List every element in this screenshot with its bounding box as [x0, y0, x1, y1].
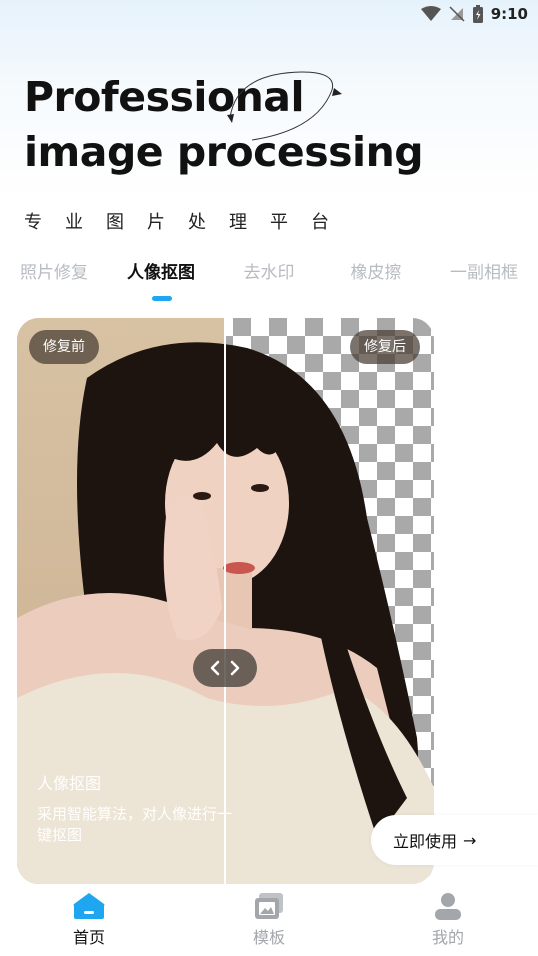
profile-icon: [435, 893, 461, 920]
nav-item-home[interactable]: 首页: [49, 892, 129, 948]
template-icon: [255, 893, 283, 919]
nav-label-home: 首页: [72, 928, 105, 947]
chevron-right-icon: [230, 660, 240, 676]
chevron-left-icon: [210, 660, 220, 676]
feature-tabs: 照片修复 人像抠图 去水印 橡皮擦 一副相框: [0, 258, 538, 308]
tab-photo-frame[interactable]: 一副相框: [450, 258, 518, 283]
compare-slider-handle[interactable]: [193, 649, 257, 687]
caption-description: 采用智能算法，对人像进行一键抠图: [37, 805, 233, 844]
compare-divider: [224, 318, 226, 884]
nav-label-template: 模板: [252, 928, 285, 947]
before-after-compare[interactable]: 修复前 修复后 人像抠图 采用智能算法，对人像进行一键抠图: [17, 318, 434, 884]
wifi-icon: [420, 6, 441, 21]
use-now-label: 立即使用: [393, 832, 458, 851]
nav-label-profile: 我的: [431, 928, 464, 947]
nav-item-template[interactable]: 模板: [229, 892, 309, 948]
home-icon: [73, 893, 105, 919]
swoosh-decoration: [227, 71, 342, 141]
caption-title: 人像抠图: [37, 774, 102, 793]
status-icons: 9:10: [420, 5, 528, 23]
arrow-right-icon: →: [463, 830, 477, 850]
bottom-nav: 首页 模板 我的: [0, 884, 538, 956]
status-time: 9:10: [490, 5, 528, 23]
hero-subtitle: 专业图片处理平台: [24, 212, 352, 233]
battery-icon: [472, 5, 483, 23]
tab-remove-watermark[interactable]: 去水印: [244, 258, 295, 283]
tab-photo-repair[interactable]: 照片修复: [20, 258, 88, 283]
tab-eraser[interactable]: 橡皮擦: [351, 258, 402, 283]
after-badge: 修复后: [350, 330, 420, 364]
before-badge: 修复前: [29, 330, 99, 364]
nav-item-profile[interactable]: 我的: [408, 892, 488, 948]
no-signal-icon: [449, 6, 465, 22]
tab-active-indicator: [152, 296, 172, 301]
status-bar: 9:10: [0, 0, 538, 30]
use-now-button[interactable]: 立即使用 →: [371, 815, 538, 865]
tab-portrait-cutout[interactable]: 人像抠图: [127, 258, 195, 283]
